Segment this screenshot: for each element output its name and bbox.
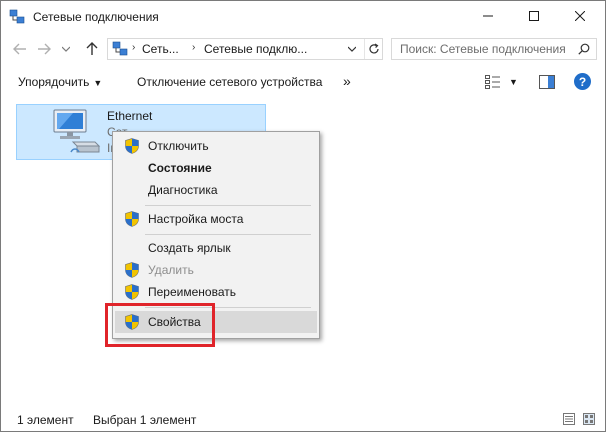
command-bar: Упорядочить ▼ Отключение сетевого устройс…: [1, 65, 605, 99]
minimize-button[interactable]: [465, 1, 511, 31]
recent-locations-button[interactable]: [59, 41, 73, 57]
close-icon: [575, 11, 585, 21]
search-input[interactable]: Поиск: Сетевые подключения: [391, 38, 597, 60]
up-button[interactable]: [83, 41, 101, 57]
highlight-frame: [105, 303, 215, 347]
explorer-window: Сетевые подключения › Сеть... › Сетевые …: [0, 0, 606, 432]
address-dropdown-button[interactable]: [344, 39, 360, 59]
menu-item-label: Создать ярлык: [148, 241, 231, 255]
menu-item-rename[interactable]: Переименовать: [115, 281, 317, 303]
menu-item-label: Настройка моста: [148, 212, 244, 226]
menu-separator: [145, 234, 311, 235]
menu-item-status[interactable]: Состояние: [115, 157, 317, 179]
organize-label: Упорядочить: [18, 75, 90, 89]
breadcrumb-item-network-connections[interactable]: Сетевые подклю...: [204, 42, 307, 56]
minimize-icon: [483, 15, 493, 17]
status-bar: 1 элемент Выбран 1 элемент: [1, 405, 605, 431]
menu-item-create-shortcut[interactable]: Создать ярлык: [115, 237, 317, 259]
menu-separator: [145, 205, 311, 206]
menu-item-diagnostics[interactable]: Диагностика: [115, 179, 317, 201]
details-view-icon[interactable]: [563, 413, 575, 425]
menu-item-label: Отключить: [148, 139, 209, 153]
refresh-button[interactable]: [364, 39, 383, 59]
large-icons-view-icon[interactable]: [583, 413, 595, 425]
menu-item-label: Состояние: [148, 161, 212, 175]
item-count: 1 элемент: [17, 413, 74, 427]
navigation-bar: › Сеть... › Сетевые подклю... Поиск: Сет…: [1, 33, 605, 65]
network-connections-icon: [9, 9, 25, 24]
title-bar: Сетевые подключения: [1, 1, 605, 33]
uac-shield-icon: [125, 262, 139, 278]
preview-pane-icon[interactable]: [539, 75, 555, 89]
uac-shield-icon: [125, 284, 139, 300]
menu-item-label: Диагностика: [148, 183, 218, 197]
forward-button[interactable]: [35, 41, 53, 57]
address-bar[interactable]: › Сеть... › Сетевые подклю...: [107, 38, 383, 60]
disable-device-button[interactable]: Отключение сетевого устройства: [137, 75, 322, 89]
change-view-icon[interactable]: [485, 75, 501, 89]
menu-item-bridge-settings[interactable]: Настройка моста: [115, 208, 317, 230]
refresh-icon: [369, 43, 379, 54]
uac-shield-icon: [125, 138, 139, 154]
breadcrumb-item-network[interactable]: Сеть...: [142, 42, 179, 56]
close-button[interactable]: [557, 1, 603, 31]
arrow-right-icon: [38, 43, 51, 55]
maximize-button[interactable]: [511, 1, 557, 31]
view-options-dropdown[interactable]: ▼: [509, 77, 518, 87]
selection-count: Выбран 1 элемент: [93, 413, 197, 427]
menu-item-delete[interactable]: Удалить: [115, 259, 317, 281]
caret-down-icon: ▼: [93, 78, 103, 88]
item-name: Ethernet: [107, 109, 153, 123]
question-mark-icon: ?: [578, 74, 587, 89]
breadcrumb-separator: ›: [192, 42, 196, 53]
search-icon: [578, 43, 590, 55]
maximize-icon: [529, 11, 539, 21]
arrow-up-icon: [86, 42, 98, 55]
network-adapter-icon: [53, 109, 101, 153]
chevron-down-icon: [348, 46, 356, 52]
uac-shield-icon: [125, 211, 139, 227]
arrow-left-icon: [13, 43, 26, 55]
help-button[interactable]: ?: [574, 73, 591, 90]
breadcrumb-separator: ›: [132, 42, 136, 53]
search-placeholder: Поиск: Сетевые подключения: [400, 42, 566, 56]
menu-item-label: Удалить: [148, 263, 194, 277]
chevron-down-icon: [62, 46, 70, 52]
menu-item-label: Переименовать: [148, 285, 236, 299]
network-connections-icon: [112, 41, 128, 56]
organize-menu-button[interactable]: Упорядочить ▼: [18, 75, 102, 89]
window-title: Сетевые подключения: [33, 10, 159, 24]
more-commands-button[interactable]: »: [343, 73, 351, 89]
menu-item-disable[interactable]: Отключить: [115, 135, 317, 157]
back-button[interactable]: [11, 41, 29, 57]
